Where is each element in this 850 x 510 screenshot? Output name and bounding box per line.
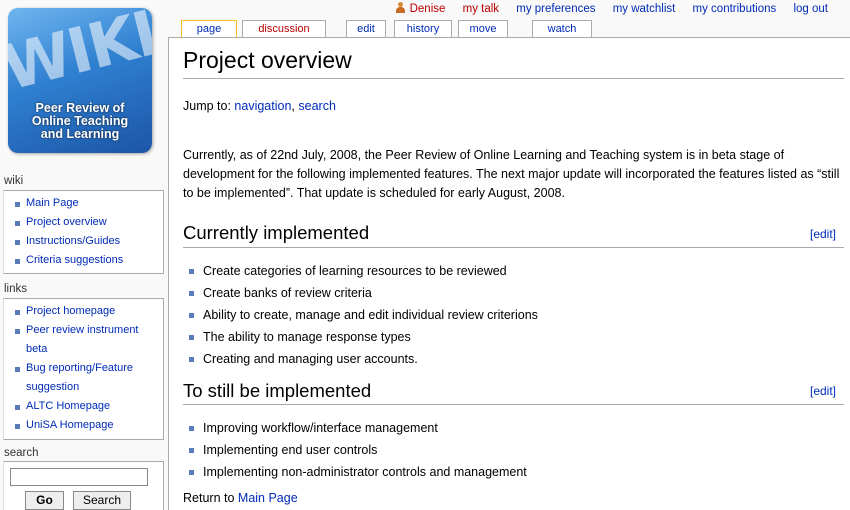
sidebar-item-project-homepage[interactable]: Project homepage xyxy=(14,302,157,321)
tab-history[interactable]: history xyxy=(394,20,452,37)
links-portlet-title: links xyxy=(4,283,28,295)
search-input[interactable] xyxy=(10,468,148,486)
list-item: Create categories of learning resources … xyxy=(189,260,538,282)
sidebar-item-unisa[interactable]: UniSA Homepage xyxy=(14,416,157,435)
wiki-portlet: Main Page Project overview Instructions/… xyxy=(3,190,164,274)
return-line: Return to Main Page xyxy=(183,491,298,505)
tab-watch-label[interactable]: watch xyxy=(548,23,577,35)
section-heading-implemented: Currently implemented xyxy=(183,222,370,243)
implemented-list: Create categories of learning resources … xyxy=(189,260,538,370)
links-portlet: Project homepage Peer review instrument b… xyxy=(3,298,164,440)
section-heading-still-to-implement: To still be implemented xyxy=(183,380,372,401)
sidebar-criteria-link[interactable]: Criteria suggestions xyxy=(26,254,123,266)
wiki-portlet-title: wiki xyxy=(4,175,24,187)
sidebar-item-project-overview[interactable]: Project overview xyxy=(14,213,157,232)
list-item: Implementing end user controls xyxy=(189,439,527,461)
tab-history-label[interactable]: history xyxy=(407,23,439,35)
project-homepage-link[interactable]: Project homepage xyxy=(26,305,115,317)
user-link[interactable]: Denise xyxy=(395,2,446,15)
edit-section-still-to-implement-link[interactable]: [edit] xyxy=(810,384,836,398)
jump-to: Jump to: navigation, search xyxy=(183,99,336,113)
list-item: Create banks of review criteria xyxy=(189,282,538,304)
logo-wordmark: WIKI xyxy=(8,8,152,105)
still-to-implement-list: Improving workflow/interface management … xyxy=(189,417,527,483)
tab-edit[interactable]: edit xyxy=(346,20,386,37)
edit-section-implemented-link[interactable]: [edit] xyxy=(810,227,836,241)
content-area: Project overview Jump to: navigation, se… xyxy=(168,37,850,510)
sidebar-item-criteria[interactable]: Criteria suggestions xyxy=(14,251,157,270)
search-portlet-title: search xyxy=(4,447,39,459)
logo-line-3: and Learning xyxy=(40,127,120,141)
list-item: Implementing non-administrator controls … xyxy=(189,461,527,483)
sidebar-project-overview-link[interactable]: Project overview xyxy=(26,216,107,228)
list-item: Improving workflow/interface management xyxy=(189,417,527,439)
sidebar-item-altc[interactable]: ALTC Homepage xyxy=(14,397,157,416)
jump-search-link[interactable]: search xyxy=(298,99,336,113)
go-button[interactable]: Go xyxy=(25,491,64,510)
sidebar-main-page-link[interactable]: Main Page xyxy=(26,197,79,209)
return-main-page-link[interactable]: Main Page xyxy=(238,491,298,505)
my-preferences-link[interactable]: my preferences xyxy=(516,3,595,15)
tab-move[interactable]: move xyxy=(458,20,508,37)
tab-discussion-label[interactable]: discussion xyxy=(258,23,309,35)
user-name-link[interactable]: Denise xyxy=(410,3,446,15)
page-title: Project overview xyxy=(183,47,352,73)
tab-discussion[interactable]: discussion xyxy=(242,20,326,37)
log-out-link[interactable]: log out xyxy=(793,3,828,15)
jump-navigation-link[interactable]: navigation xyxy=(234,99,291,113)
section2-divider xyxy=(183,404,844,405)
user-icon xyxy=(395,2,406,13)
tab-edit-label[interactable]: edit xyxy=(357,23,375,35)
sidebar-item-bug-reporting[interactable]: Bug reporting/Feature suggestion xyxy=(14,359,157,397)
bug-reporting-link[interactable]: Bug reporting/Feature xyxy=(26,362,133,374)
sidebar-item-peer-review[interactable]: Peer review instrument beta xyxy=(14,321,157,359)
unisa-homepage-link[interactable]: UniSA Homepage xyxy=(26,419,113,431)
list-item: Creating and managing user accounts. xyxy=(189,348,538,370)
list-item: The ability to manage response types xyxy=(189,326,538,348)
tab-move-label[interactable]: move xyxy=(470,23,497,35)
jump-separator: , xyxy=(291,99,295,113)
sidebar-item-main-page[interactable]: Main Page xyxy=(14,194,157,213)
title-divider xyxy=(183,78,844,79)
my-talk-link[interactable]: my talk xyxy=(463,3,499,15)
intro-paragraph: Currently, as of 22nd July, 2008, the Pe… xyxy=(183,148,840,200)
tab-page-label[interactable]: page xyxy=(197,23,221,35)
bug-reporting-link-suggestion[interactable]: suggestion xyxy=(26,381,79,393)
logo-caption: Peer Review of Online Teaching and Learn… xyxy=(8,102,152,141)
my-contributions-link[interactable]: my contributions xyxy=(693,3,777,15)
altc-homepage-link[interactable]: ALTC Homepage xyxy=(26,400,110,412)
section1-divider xyxy=(183,247,844,248)
peer-review-link[interactable]: Peer review instrument xyxy=(26,324,139,336)
jump-prefix: Jump to: xyxy=(183,99,231,113)
list-item: Ability to create, manage and edit indiv… xyxy=(189,304,538,326)
sidebar-item-instructions[interactable]: Instructions/Guides xyxy=(14,232,157,251)
my-watchlist-link[interactable]: my watchlist xyxy=(613,3,676,15)
wiki-logo[interactable]: WIKI Peer Review of Online Teaching and … xyxy=(8,8,152,153)
sidebar-instructions-link[interactable]: Instructions/Guides xyxy=(26,235,120,247)
peer-review-link-beta[interactable]: beta xyxy=(26,343,47,355)
return-prefix: Return to xyxy=(183,491,235,505)
tab-watch[interactable]: watch xyxy=(532,20,592,37)
personal-tools: Denise my talk my preferences my watchli… xyxy=(381,2,828,15)
search-button[interactable]: Search xyxy=(73,491,131,510)
